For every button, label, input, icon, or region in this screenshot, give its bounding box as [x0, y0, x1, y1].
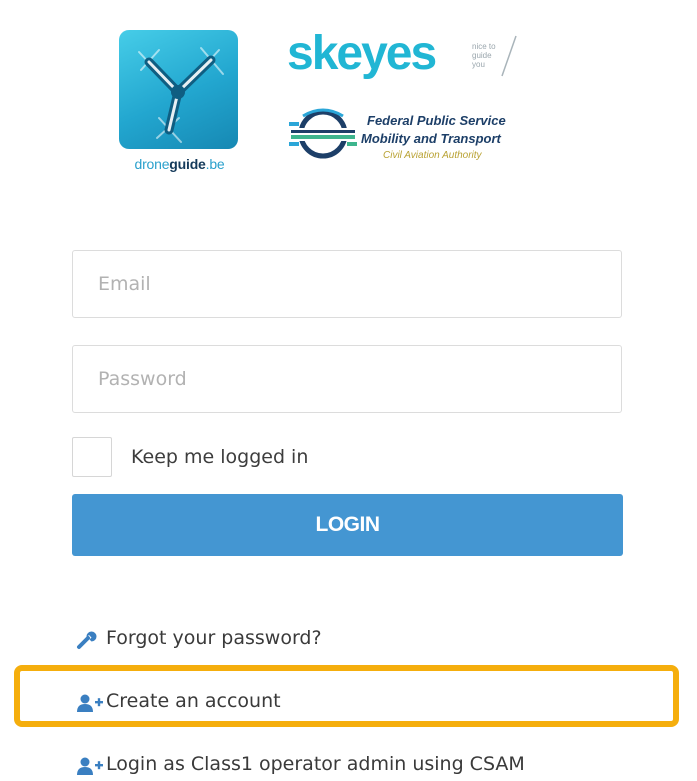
- keep-logged-in-row: Keep me logged in: [72, 437, 472, 479]
- add-user-icon: [77, 757, 103, 775]
- csam-login-label[interactable]: Login as Class1 operator admin using CSA…: [106, 753, 525, 775]
- keep-logged-in-label[interactable]: Keep me logged in: [131, 446, 308, 468]
- skeyes-logo-tagline: nice to guide you: [472, 42, 496, 69]
- droneguide-logo-text: droneguide.be: [134, 156, 225, 172]
- skeyes-logo-word: skeyes: [287, 27, 437, 80]
- fps-logo-line2: Mobility and Transport: [361, 131, 501, 146]
- email-field[interactable]: [72, 250, 622, 318]
- fps-mobility-logo: Federal Public Service Mobility and Tran…: [289, 104, 539, 176]
- drone-icon: [138, 47, 224, 143]
- password-input[interactable]: [73, 346, 621, 412]
- droneguide-logo: droneguide.be: [119, 30, 240, 175]
- add-user-icon: [77, 694, 103, 712]
- skeyes-logo: skeyes nice to guide you: [287, 27, 532, 86]
- forgot-password-label[interactable]: Forgot your password?: [106, 627, 322, 649]
- fps-logo-line3: Civil Aviation Authority: [383, 150, 482, 161]
- create-account-label[interactable]: Create an account: [106, 690, 281, 712]
- login-button[interactable]: LOGIN: [72, 494, 623, 556]
- skeyes-slash-icon: [501, 35, 517, 77]
- password-field[interactable]: [72, 345, 622, 413]
- wrench-icon: [77, 631, 97, 649]
- keep-logged-in-checkbox[interactable]: [72, 437, 112, 477]
- email-input[interactable]: [73, 251, 621, 317]
- fps-emblem-icon: [289, 108, 357, 159]
- fps-logo-line1: Federal Public Service: [367, 113, 506, 128]
- droneguide-logo-tile: [119, 30, 238, 149]
